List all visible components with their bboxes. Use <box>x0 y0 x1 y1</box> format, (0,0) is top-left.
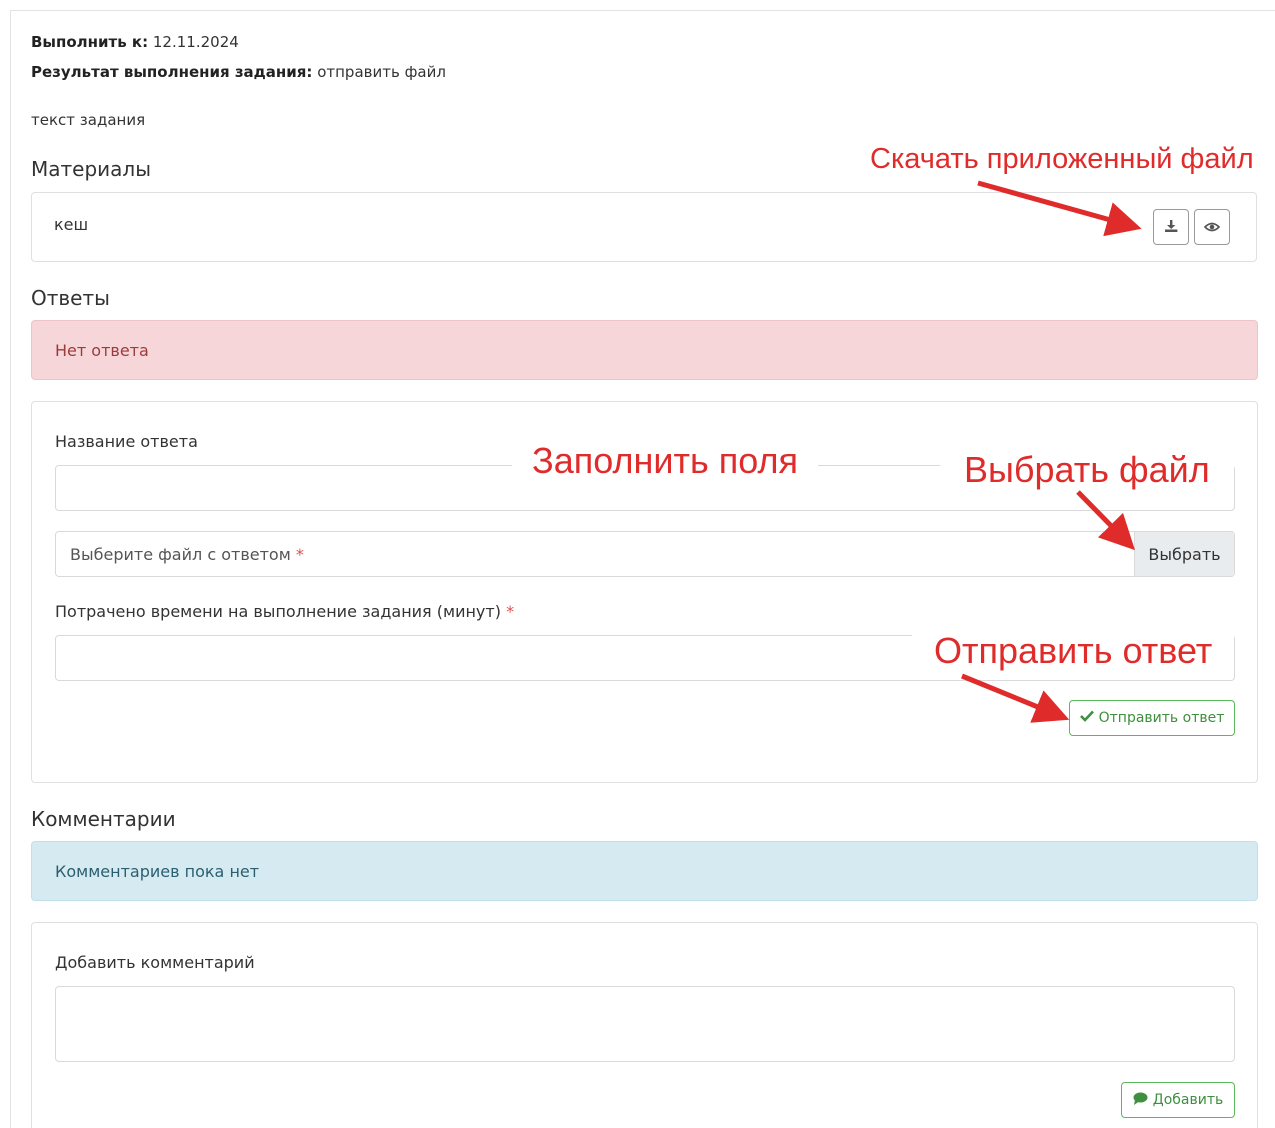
annotation-choose-file: Выбрать файл <box>940 447 1234 493</box>
no-comments-text: Комментариев пока нет <box>55 861 260 881</box>
comment-textarea[interactable] <box>55 986 1235 1062</box>
materials-panel: кеш <box>31 192 1257 262</box>
task-text: текст задания <box>31 111 146 129</box>
no-comments-alert: Комментариев пока нет <box>31 841 1258 901</box>
comment-form: Добавить комментарий Добавить <box>31 922 1258 1128</box>
due-label: Выполнить к: <box>31 33 149 51</box>
answer-name-label: Название ответа <box>55 432 198 451</box>
answers-title: Ответы <box>31 286 110 310</box>
download-icon <box>1164 218 1178 237</box>
materials-title: Материалы <box>31 157 151 181</box>
add-comment-button[interactable]: Добавить <box>1121 1082 1235 1118</box>
answer-file-input[interactable]: Выберите файл с ответом * Выбрать <box>55 531 1235 577</box>
annotation-send-answer: Отправить ответ <box>912 628 1235 674</box>
add-comment-label: Добавить комментарий <box>55 953 255 972</box>
material-item-name: кеш <box>54 215 89 234</box>
no-answer-alert: Нет ответа <box>31 320 1258 380</box>
comments-title: Комментарии <box>31 807 176 831</box>
result-label: Результат выполнения задания: <box>31 63 313 81</box>
download-button[interactable] <box>1153 209 1189 245</box>
file-placeholder: Выберите файл с ответом * <box>70 544 304 564</box>
time-spent-label: Потрачено времени на выполнение задания … <box>55 602 515 621</box>
choose-file-button[interactable]: Выбрать <box>1134 532 1234 576</box>
check-icon <box>1079 710 1094 726</box>
eye-icon <box>1203 218 1221 237</box>
result-type-line: Результат выполнения задания: отправить … <box>31 63 446 81</box>
add-comment-label-text: Добавить <box>1152 1092 1224 1108</box>
submit-answer-button[interactable]: Отправить ответ <box>1069 700 1235 736</box>
due-value: 12.11.2024 <box>152 33 239 51</box>
annotation-fill-fields: Заполнить поля <box>512 438 818 484</box>
result-value: отправить файл <box>317 63 446 81</box>
no-answer-text: Нет ответа <box>55 340 149 360</box>
submit-answer-label: Отправить ответ <box>1098 710 1225 726</box>
annotation-download: Скачать приложенный файл <box>866 141 1258 178</box>
due-date-line: Выполнить к: 12.11.2024 <box>31 33 239 51</box>
view-button[interactable] <box>1194 209 1230 245</box>
comment-icon <box>1133 1092 1148 1109</box>
